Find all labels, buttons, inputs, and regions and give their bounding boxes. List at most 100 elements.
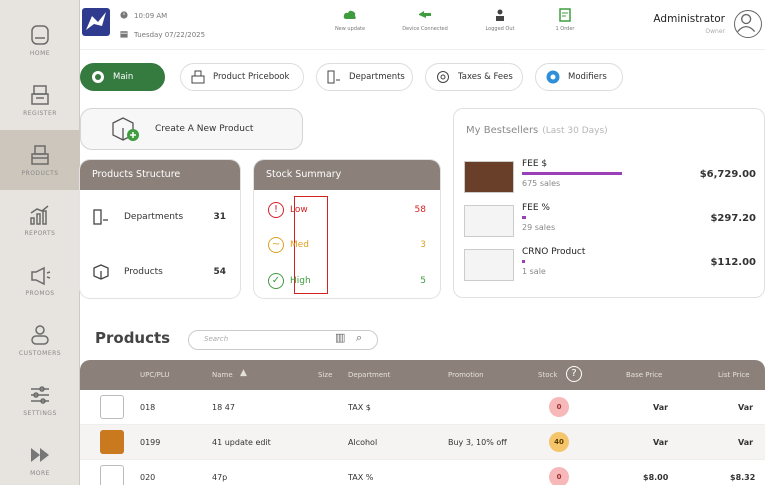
sales-bar: [522, 260, 525, 263]
search-icon[interactable]: ⌕: [356, 331, 362, 345]
structure-row-departments[interactable]: Departments 31: [92, 208, 226, 226]
sidebar-item-settings[interactable]: SETTINGS: [0, 370, 80, 430]
cell-base-price: $8.00: [643, 473, 669, 482]
row-value: 31: [213, 212, 226, 222]
cell-base-price: Var: [653, 403, 669, 412]
stock-row-med[interactable]: ~ Med 3: [268, 237, 426, 253]
col-name[interactable]: Name: [212, 371, 233, 379]
user-name: Administrator: [653, 13, 725, 25]
date: Tuesday 07/22/2025: [120, 30, 205, 39]
row-value: 5: [420, 276, 426, 286]
tab-main[interactable]: Main: [80, 63, 165, 91]
sidebar-item-promos[interactable]: PROMOS: [0, 250, 80, 310]
bestseller-sales: 29 sales: [522, 223, 556, 232]
add-product-icon: [112, 117, 139, 141]
panel-title: Stock Summary: [254, 160, 440, 190]
register-icon: [31, 85, 49, 105]
col-upc[interactable]: UPC/PLU: [140, 371, 170, 379]
products-structure-panel: Products Structure Departments 31 Produc…: [80, 160, 240, 298]
user-menu[interactable]: Administrator Owner: [653, 13, 725, 35]
col-size[interactable]: Size: [318, 371, 332, 379]
home-icon: [31, 25, 49, 45]
bestseller-item[interactable]: FEE $ 675 sales $6,729.00: [464, 159, 756, 193]
bestseller-price: $6,729.00: [699, 169, 756, 180]
bestseller-item[interactable]: CRNO Product 1 sale $112.00: [464, 247, 756, 281]
row-label: Products: [124, 267, 163, 277]
bestseller-price: $297.20: [710, 213, 756, 224]
sidebar-item-more[interactable]: MORE: [0, 430, 80, 485]
stock-badge: 0: [549, 467, 569, 485]
col-promotion[interactable]: Promotion: [448, 371, 484, 379]
brand-logo: [82, 8, 110, 36]
row-value: 58: [414, 205, 426, 215]
bestseller-sales: 1 sale: [522, 267, 546, 276]
col-stock[interactable]: Stock: [538, 371, 557, 379]
barcode-scan-icon[interactable]: ▥: [335, 331, 345, 344]
sidebar-item-register[interactable]: REGISTER: [0, 70, 80, 130]
col-department[interactable]: Department: [348, 371, 390, 379]
tab-taxes-fees[interactable]: Taxes & Fees: [425, 63, 523, 91]
status-new-update[interactable]: New update: [315, 8, 385, 32]
tab-departments[interactable]: Departments: [316, 63, 413, 91]
bestseller-name: FEE $: [522, 159, 548, 169]
product-thumbnail: [464, 161, 514, 193]
sidebar-item-products[interactable]: PRODUCTS: [0, 130, 80, 190]
bestsellers-title: My Bestsellers (Last 30 Days): [466, 125, 608, 136]
bestsellers-panel: My Bestsellers (Last 30 Days) FEE $ 675 s…: [453, 108, 765, 298]
stock-row-high[interactable]: ✓ High 5: [268, 273, 426, 289]
table-row[interactable]: 020 47p TAX % 0 $8.00 $8.32: [80, 460, 765, 485]
device-connected-icon: [419, 11, 431, 18]
cell-list-price: $8.32: [730, 473, 756, 482]
row-label: Low: [290, 205, 308, 215]
sidebar-item-label: CUSTOMERS: [18, 350, 62, 357]
avatar[interactable]: [734, 10, 762, 38]
medium-icon: ~: [268, 237, 284, 253]
departments-icon: [93, 209, 108, 225]
status-device[interactable]: Device Connected: [390, 8, 460, 32]
structure-row-products[interactable]: Products 54: [92, 263, 226, 281]
row-value: 54: [213, 267, 226, 277]
sidebar-item-label: PROMOS: [25, 290, 55, 297]
status-orders[interactable]: 1 Order: [530, 8, 600, 32]
product-thumbnail: [100, 395, 124, 419]
products-table-header: UPC/PLU Name ▲ Size Department Promotion…: [80, 360, 765, 390]
cell-name: 18 47: [212, 403, 235, 412]
departments-icon: [327, 70, 340, 84]
bestseller-item[interactable]: FEE % 29 sales $297.20: [464, 203, 756, 237]
sidebar-item-label: SETTINGS: [23, 410, 57, 417]
cell-name: 47p: [212, 473, 228, 482]
tab-product-pricebook[interactable]: Product Pricebook: [180, 63, 304, 91]
col-list-price[interactable]: List Price: [718, 371, 750, 379]
row-label: Med: [290, 240, 310, 250]
sidebar-item-home[interactable]: HOME: [0, 10, 80, 70]
title-text: My Bestsellers: [466, 125, 539, 136]
status-user[interactable]: Logged Out: [465, 8, 535, 32]
pricebook-icon: [191, 70, 205, 84]
cell-name: 41 update edit: [212, 438, 271, 447]
help-icon[interactable]: ?: [566, 366, 582, 382]
table-row[interactable]: 0199 41 update edit Alcohol Buy 3, 10% o…: [80, 425, 765, 460]
cloud-update-icon: [343, 10, 356, 19]
tab-modifiers[interactable]: Modifiers: [535, 63, 623, 91]
search-input[interactable]: Search: [188, 330, 378, 350]
sort-icon[interactable]: ▲: [240, 368, 247, 378]
table-row[interactable]: 018 18 47 TAX $ 0 Var Var: [80, 390, 765, 425]
main-icon: [92, 71, 104, 83]
reports-icon: [30, 205, 49, 225]
sidebar-item-customers[interactable]: CUSTOMERS: [0, 310, 80, 370]
calendar-icon: [120, 31, 128, 38]
stock-row-low[interactable]: ! Low 58: [268, 202, 426, 218]
alert-icon: !: [268, 202, 284, 218]
cell-department: Alcohol: [348, 438, 378, 447]
sidebar-item-reports[interactable]: REPORTS: [0, 190, 80, 250]
sales-bar: [522, 216, 526, 219]
user-role: Owner: [705, 28, 725, 35]
create-product-button[interactable]: Create A New Product: [80, 108, 303, 150]
sidebar-item-label: REPORTS: [24, 230, 56, 237]
cell-list-price: Var: [738, 403, 754, 412]
col-base-price[interactable]: Base Price: [626, 371, 662, 379]
stock-badge: 40: [549, 432, 569, 452]
modifiers-icon: [546, 70, 560, 84]
products-icon: [93, 264, 109, 280]
cell-list-price: Var: [738, 438, 754, 447]
